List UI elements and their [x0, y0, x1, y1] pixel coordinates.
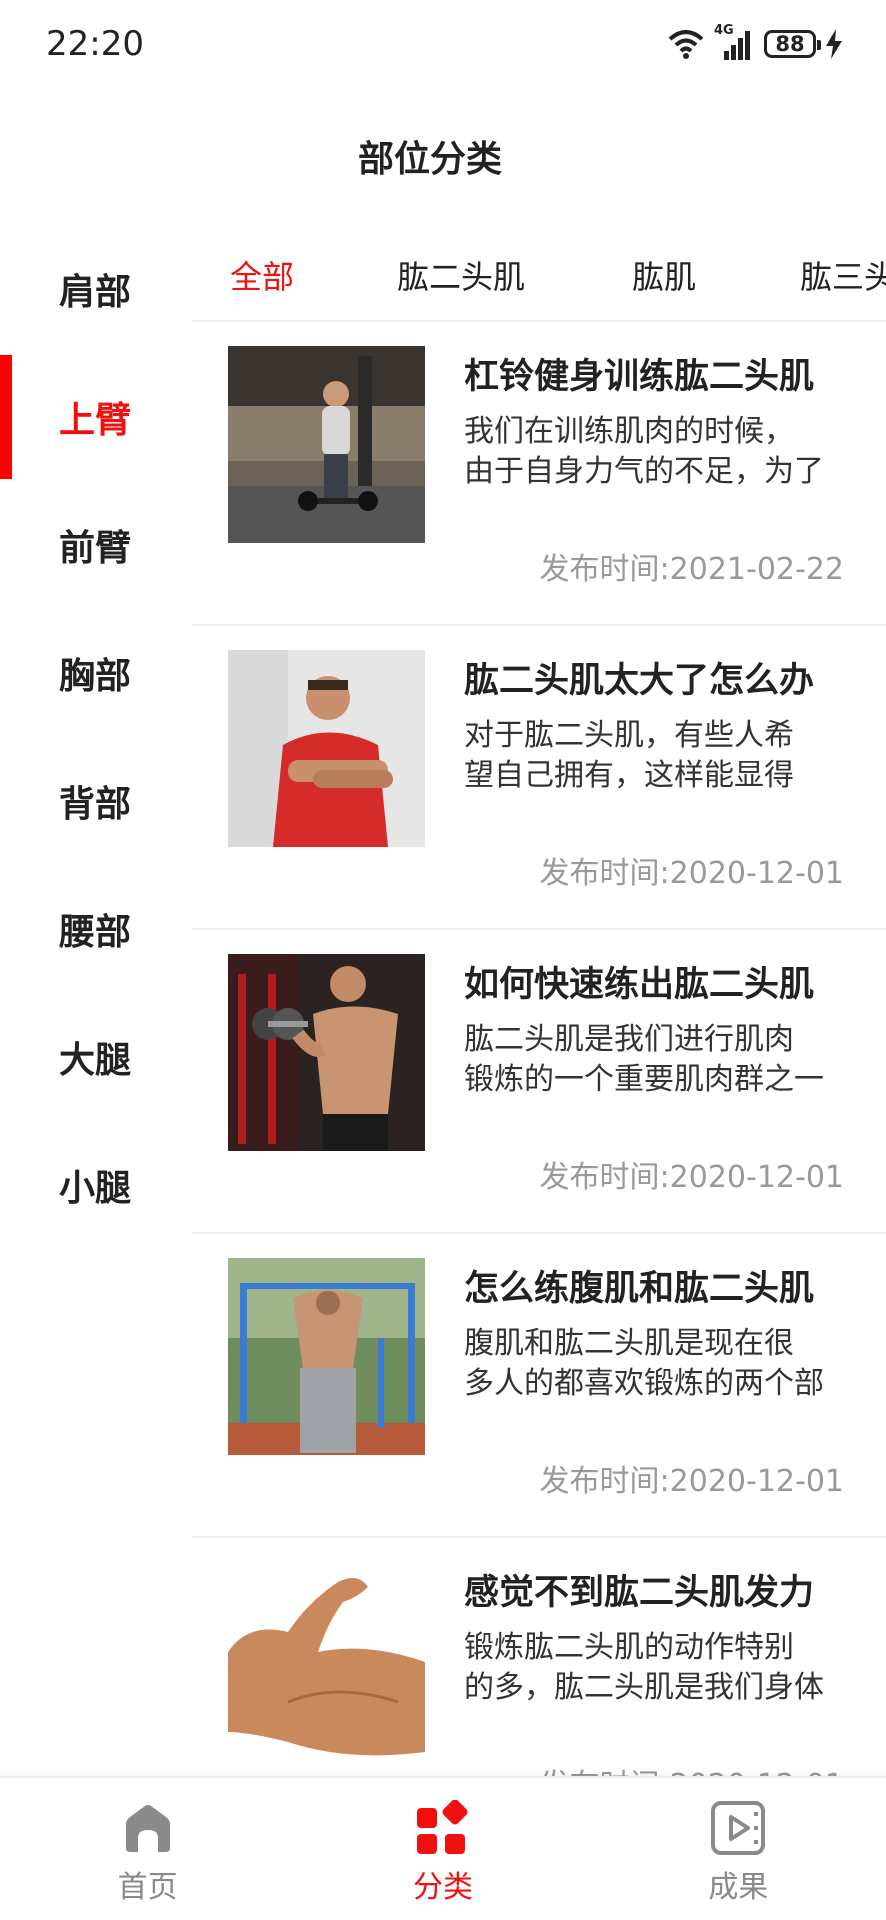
article-summary-line: 的多，肱二头肌是我们身体	[464, 1670, 824, 1705]
article-date: 发布时间:2021-02-22	[539, 552, 844, 587]
nav-category[interactable]: 分类	[295, 1778, 590, 1920]
nav-category-label: 分类	[412, 1870, 473, 1905]
article-item[interactable]: 肱二头肌太大了怎么办 对于肱二头肌，有些人希 望自己拥有，这样能显得 发布时间:…	[192, 626, 886, 930]
page-title: 部位分类	[357, 139, 502, 180]
article-item[interactable]: 怎么练腹肌和肱二头肌 腹肌和肱二头肌是现在很 多人的都喜欢锻炼的两个部 发布时间…	[192, 1234, 886, 1538]
sidebar-item-upper-arm[interactable]: 上臂	[0, 353, 190, 481]
bottom-nav: 首页 分类 成果	[0, 1776, 886, 1920]
tab-triceps[interactable]: 肱三头肌	[800, 252, 886, 298]
wifi-icon	[668, 30, 704, 59]
article-item[interactable]: 杠铃健身训练肱二头肌 我们在训练肌肉的时候， 由于自身力气的不足，为了 发布时间…	[192, 322, 886, 626]
sidebar-item-chest[interactable]: 胸部	[0, 609, 190, 737]
sidebar-item-waist[interactable]: 腰部	[0, 865, 190, 993]
charging-icon	[826, 29, 842, 59]
battery-icon: 88	[764, 30, 821, 58]
article-date: 发布时间:2020-12-01	[539, 856, 844, 891]
tab-brachialis[interactable]: 肱肌	[632, 252, 696, 298]
sidebar-item-shoulder[interactable]: 肩部	[0, 225, 190, 353]
nav-home-label: 首页	[117, 1870, 178, 1905]
sidebar-item-thigh[interactable]: 大腿	[0, 993, 190, 1121]
article-summary-line: 肱二头肌是我们进行肌肉	[464, 1022, 794, 1057]
nav-home[interactable]: 首页	[0, 1778, 295, 1920]
category-icon	[416, 1800, 468, 1854]
category-sidebar: 肩部 上臂 前臂 胸部 背部 腰部 大腿 小腿	[0, 225, 190, 1249]
article-thumbnail[interactable]	[228, 954, 425, 1151]
battery-level: 88	[775, 32, 805, 56]
tab-biceps[interactable]: 肱二头肌	[397, 252, 525, 298]
status-icons: 4G 88	[668, 23, 842, 62]
article-list: 杠铃健身训练肱二头肌 我们在训练肌肉的时候， 由于自身力气的不足，为了 发布时间…	[192, 322, 886, 1777]
article-summary-line: 对于肱二头肌，有些人希	[464, 718, 794, 753]
article-item[interactable]: 感觉不到肱二头肌发力 锻炼肱二头肌的动作特别 的多，肱二头肌是我们身体 发布时间…	[192, 1538, 886, 1777]
article-thumbnail[interactable]	[228, 346, 425, 543]
status-bar: 22:20 4G 88	[0, 0, 886, 90]
article-title: 怎么练腹肌和肱二头肌	[464, 1269, 815, 1309]
article-summary: 腹肌和肱二头肌是现在很 多人的都喜欢锻炼的两个部	[464, 1324, 844, 1404]
sidebar-item-back[interactable]: 背部	[0, 737, 190, 865]
article-summary-line: 望自己拥有，这样能显得	[464, 758, 794, 793]
article-title: 感觉不到肱二头肌发力	[464, 1573, 815, 1613]
article-title: 如何快速练出肱二头肌	[464, 965, 815, 1005]
article-summary-line: 腹肌和肱二头肌是现在很	[464, 1326, 794, 1361]
article-title: 肱二头肌太大了怎么办	[464, 661, 815, 701]
sidebar-item-forearm[interactable]: 前臂	[0, 481, 190, 609]
article-summary: 肱二头肌是我们进行肌肉 锻炼的一个重要肌肉群之一	[464, 1020, 844, 1100]
article-thumbnail[interactable]	[228, 650, 425, 847]
nav-results[interactable]: 成果	[591, 1778, 886, 1920]
article-thumbnail[interactable]	[228, 1258, 425, 1455]
subcategory-tabs: 全部 肱二头肌 肱肌 肱三头肌	[192, 230, 886, 322]
article-summary-line: 锻炼肱二头肌的动作特别	[464, 1630, 794, 1665]
status-time: 22:20	[46, 24, 144, 64]
article-title: 杠铃健身训练肱二头肌	[464, 357, 815, 397]
article-summary-line: 由于自身力气的不足，为了	[464, 454, 824, 489]
article-summary: 对于肱二头肌，有些人希 望自己拥有，这样能显得	[464, 716, 844, 796]
article-summary-line: 我们在训练肌肉的时候，	[464, 414, 794, 449]
article-summary-line: 锻炼的一个重要肌肉群之一	[464, 1062, 824, 1097]
article-item[interactable]: 如何快速练出肱二头肌 肱二头肌是我们进行肌肉 锻炼的一个重要肌肉群之一 发布时间…	[192, 930, 886, 1234]
article-date: 发布时间:2020-12-01	[539, 1464, 844, 1499]
video-play-icon	[711, 1801, 766, 1855]
article-thumbnail[interactable]	[228, 1562, 425, 1759]
cellular-signal-icon: 4G	[714, 23, 754, 61]
article-summary: 我们在训练肌肉的时候， 由于自身力气的不足，为了	[464, 412, 844, 492]
article-summary-line: 多人的都喜欢锻炼的两个部	[464, 1366, 824, 1401]
article-summary: 锻炼肱二头肌的动作特别 的多，肱二头肌是我们身体	[464, 1628, 844, 1708]
tab-all[interactable]: 全部	[230, 252, 294, 298]
nav-results-label: 成果	[708, 1870, 769, 1905]
home-icon	[125, 1805, 170, 1852]
article-date: 发布时间:2020-12-01	[540, 1760, 844, 1777]
article-date: 发布时间:2020-12-01	[539, 1160, 844, 1195]
sidebar-item-calf[interactable]: 小腿	[0, 1121, 190, 1249]
